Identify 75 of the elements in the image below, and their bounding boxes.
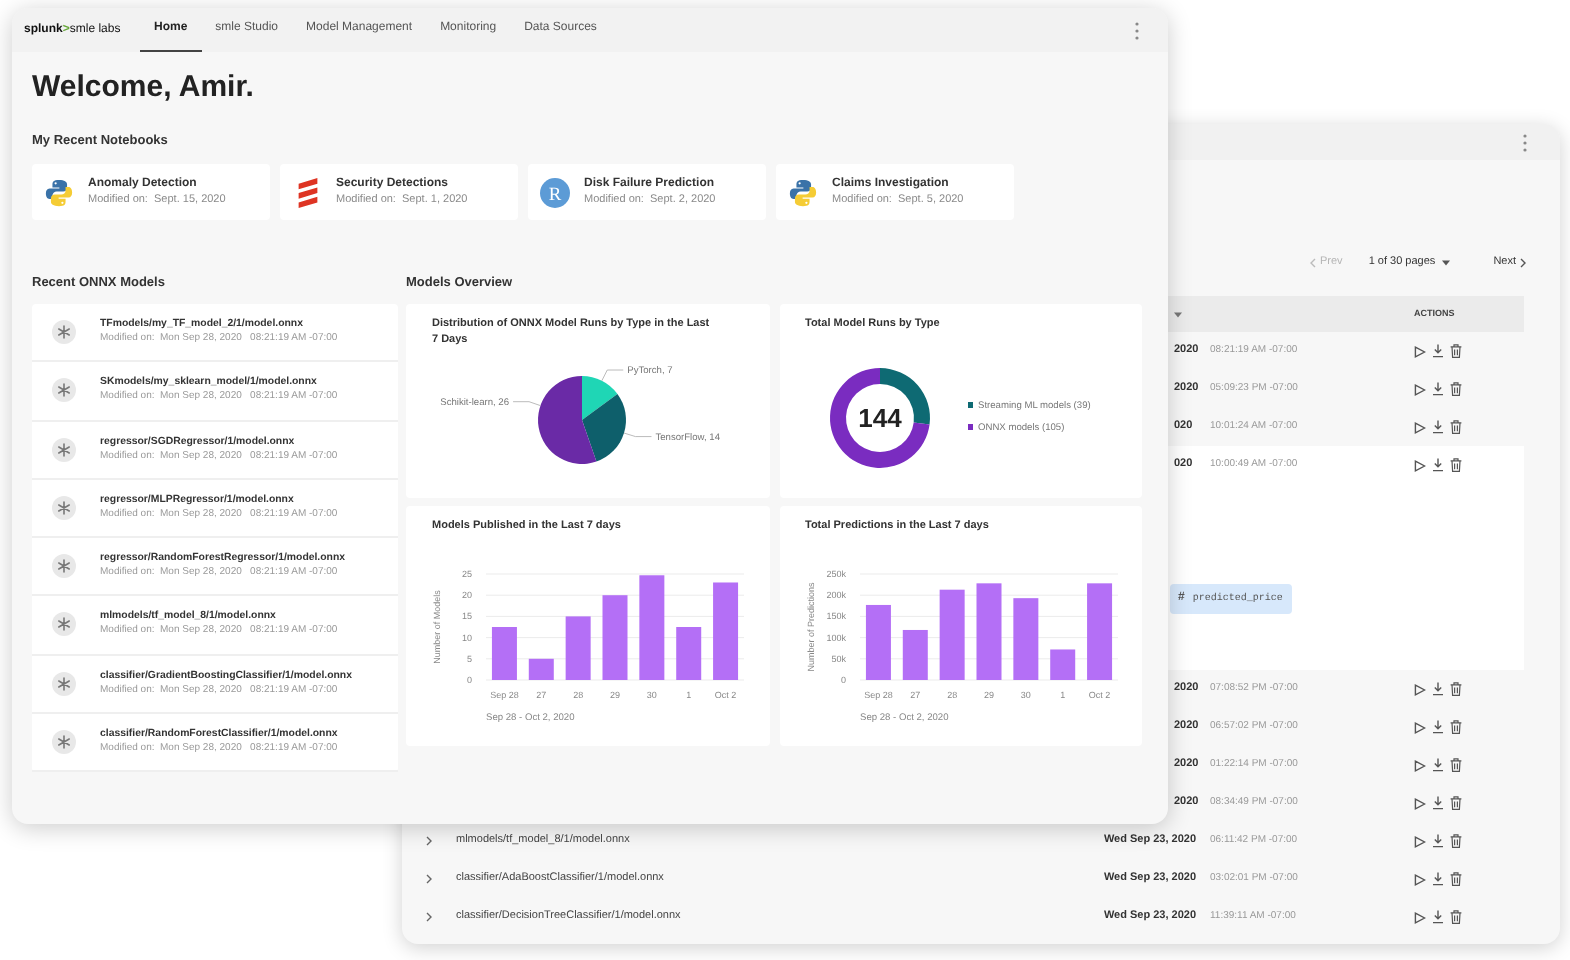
stacked-bars-logo-icon (295, 177, 319, 207)
chevron-right-icon (1520, 257, 1526, 267)
play-icon[interactable] (1414, 759, 1426, 771)
bar (602, 595, 628, 680)
asterisk-icon (52, 612, 76, 637)
chevron-left-icon (1310, 257, 1316, 267)
bar (491, 627, 517, 680)
python-logo-icon (788, 177, 818, 207)
trash-icon[interactable] (1450, 720, 1462, 734)
trash-icon[interactable] (1450, 682, 1462, 696)
download-icon[interactable] (1432, 682, 1444, 696)
letter-logo-icon: R (540, 177, 570, 207)
bar (713, 582, 739, 680)
play-icon[interactable] (1414, 911, 1426, 923)
bar (901, 629, 927, 680)
play-icon[interactable] (1414, 873, 1426, 885)
bar (565, 616, 591, 680)
play-icon[interactable] (1414, 835, 1426, 847)
more-icon[interactable] (1522, 133, 1528, 151)
bar (639, 575, 665, 680)
play-icon[interactable] (1414, 683, 1426, 695)
bar (528, 658, 554, 680)
asterisk-icon (52, 437, 76, 462)
page-heading: Welcome, Amir. (32, 70, 256, 106)
sort-caret-icon[interactable] (1174, 311, 1182, 317)
play-icon[interactable] (1414, 383, 1426, 395)
bar (1012, 598, 1038, 680)
trash-icon[interactable] (1450, 382, 1462, 396)
asterisk-icon (52, 320, 76, 345)
download-icon[interactable] (1432, 458, 1444, 472)
leader-line (623, 432, 652, 437)
chevron-right-icon[interactable] (426, 874, 432, 884)
bar (1049, 649, 1075, 680)
download-icon[interactable] (1432, 796, 1444, 810)
download-icon[interactable] (1432, 382, 1444, 396)
leader-line (601, 369, 624, 382)
bar (1086, 583, 1112, 680)
asterisk-icon (52, 495, 76, 520)
trash-icon[interactable] (1450, 420, 1462, 434)
more-icon[interactable] (1134, 21, 1140, 39)
leader-line (512, 401, 541, 406)
legend-swatch (967, 424, 972, 430)
bar (676, 627, 702, 680)
chevron-right-icon[interactable] (426, 912, 432, 922)
bar (938, 589, 964, 680)
download-icon[interactable] (1432, 720, 1444, 734)
trash-icon[interactable] (1450, 834, 1462, 848)
trash-icon[interactable] (1450, 758, 1462, 772)
download-icon[interactable] (1432, 834, 1444, 848)
download-icon[interactable] (1432, 758, 1444, 772)
asterisk-icon (52, 554, 76, 579)
asterisk-icon (52, 378, 76, 403)
download-icon[interactable] (1432, 872, 1444, 886)
asterisk-icon (52, 729, 76, 754)
play-icon[interactable] (1414, 797, 1426, 809)
play-icon[interactable] (1414, 721, 1426, 733)
total-value: 144 (857, 403, 901, 433)
python-logo-icon (44, 177, 74, 207)
trash-icon[interactable] (1450, 910, 1462, 924)
caret-down-icon (1441, 259, 1450, 265)
trash-icon[interactable] (1450, 796, 1462, 810)
trash-icon[interactable] (1450, 458, 1462, 472)
legend-swatch (967, 402, 972, 408)
chevron-right-icon[interactable] (426, 836, 432, 846)
asterisk-icon (52, 671, 76, 696)
trash-icon[interactable] (1450, 344, 1462, 358)
play-icon[interactable] (1414, 459, 1426, 471)
trash-icon[interactable] (1450, 872, 1462, 886)
bar (864, 604, 890, 680)
play-icon[interactable] (1414, 421, 1426, 433)
download-icon[interactable] (1432, 344, 1444, 358)
download-icon[interactable] (1432, 420, 1444, 434)
play-icon[interactable] (1414, 345, 1426, 357)
bar (975, 583, 1001, 680)
download-icon[interactable] (1432, 910, 1444, 924)
